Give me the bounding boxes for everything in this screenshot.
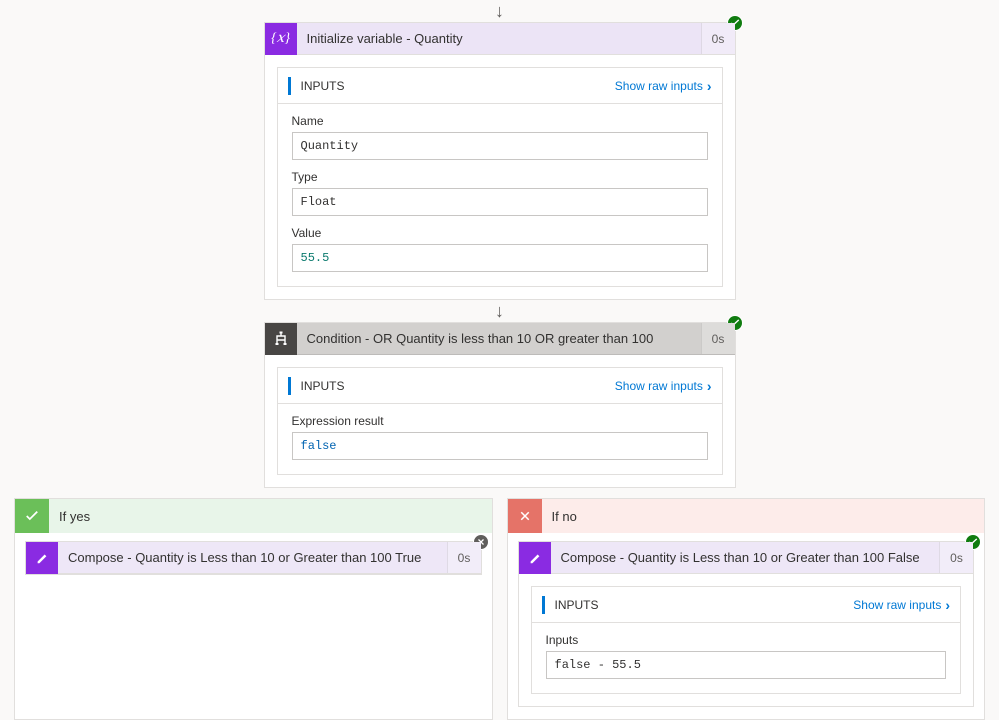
inputs-heading: INPUTS — [301, 79, 615, 93]
branch-if-no: If no Compose - Quantity is Less than 10… — [507, 498, 986, 720]
inputs-accent-bar — [542, 596, 545, 614]
field-label-value: Value — [292, 226, 708, 240]
compose-icon — [26, 542, 58, 574]
duration-label: 0s — [939, 542, 973, 573]
field-value-type: Float — [292, 188, 708, 216]
variable-icon: {𝑥} — [265, 23, 297, 55]
field-label-expression: Expression result — [292, 414, 708, 428]
initialize-variable-card[interactable]: {𝑥} Initialize variable - Quantity 0s IN… — [264, 22, 736, 300]
inputs-panel: INPUTS Show raw inputs › Name Quantity T… — [277, 67, 723, 287]
card-title: Compose - Quantity is Less than 10 or Gr… — [58, 550, 447, 565]
card-header[interactable]: Compose - Quantity is Less than 10 or Gr… — [519, 542, 974, 574]
branch-header-yes[interactable]: If yes — [15, 499, 492, 533]
card-header[interactable]: {𝑥} Initialize variable - Quantity 0s — [265, 23, 735, 55]
arrow-down-icon: ↓ — [495, 0, 504, 22]
branch-if-yes: If yes Compose - Quantity is Less than 1… — [14, 498, 493, 720]
field-label-inputs: Inputs — [546, 633, 947, 647]
branch-label: If no — [542, 509, 587, 524]
inputs-panel: INPUTS Show raw inputs › Expression resu… — [277, 367, 723, 475]
show-raw-inputs-link[interactable]: Show raw inputs › — [853, 597, 950, 613]
card-header[interactable]: Condition - OR Quantity is less than 10 … — [265, 323, 735, 355]
branch-label: If yes — [49, 509, 100, 524]
card-title: Initialize variable - Quantity — [297, 31, 701, 46]
card-title: Condition - OR Quantity is less than 10 … — [297, 331, 701, 346]
compose-true-card[interactable]: Compose - Quantity is Less than 10 or Gr… — [25, 541, 482, 575]
x-icon — [508, 499, 542, 533]
inputs-heading: INPUTS — [555, 598, 854, 612]
field-label-name: Name — [292, 114, 708, 128]
card-title: Compose - Quantity is Less than 10 or Gr… — [551, 550, 940, 565]
field-value-value: 55.5 — [292, 244, 708, 272]
check-icon — [15, 499, 49, 533]
inputs-heading: INPUTS — [301, 379, 615, 393]
condition-icon — [265, 323, 297, 355]
compose-false-card[interactable]: Compose - Quantity is Less than 10 or Gr… — [518, 541, 975, 707]
branch-header-no[interactable]: If no — [508, 499, 985, 533]
field-label-type: Type — [292, 170, 708, 184]
condition-card[interactable]: Condition - OR Quantity is less than 10 … — [264, 322, 736, 488]
chevron-right-icon: › — [707, 378, 712, 394]
field-value-name: Quantity — [292, 132, 708, 160]
chevron-right-icon: › — [707, 78, 712, 94]
duration-label: 0s — [701, 323, 735, 354]
inputs-accent-bar — [288, 77, 291, 95]
card-header[interactable]: Compose - Quantity is Less than 10 or Gr… — [26, 542, 481, 574]
show-raw-inputs-link[interactable]: Show raw inputs › — [615, 78, 712, 94]
chevron-right-icon: › — [945, 597, 950, 613]
duration-label: 0s — [447, 542, 481, 573]
duration-label: 0s — [701, 23, 735, 54]
field-value-expression: false — [292, 432, 708, 460]
inputs-accent-bar — [288, 377, 291, 395]
show-raw-inputs-link[interactable]: Show raw inputs › — [615, 378, 712, 394]
compose-icon — [519, 542, 551, 574]
inputs-panel: INPUTS Show raw inputs › Inputs false - … — [531, 586, 962, 694]
field-value-inputs: false - 55.5 — [546, 651, 947, 679]
arrow-down-icon: ↓ — [495, 300, 504, 322]
